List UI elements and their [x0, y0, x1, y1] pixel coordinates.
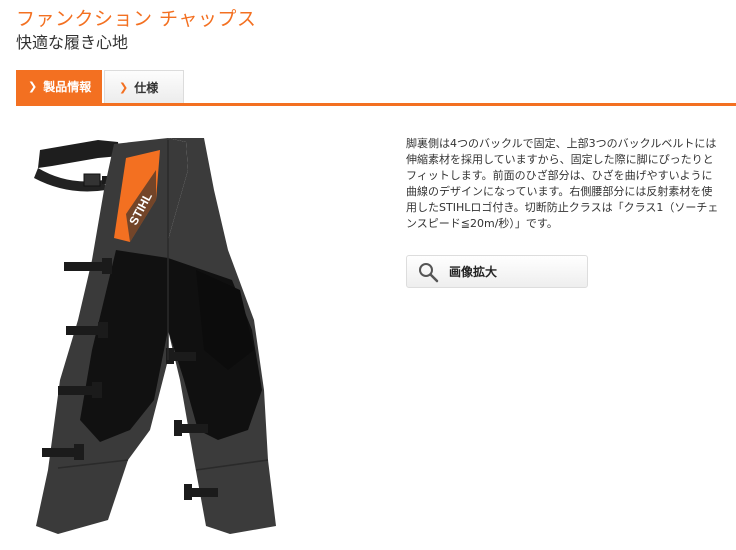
zoom-button-label: 画像拡大 — [449, 265, 498, 279]
tab-specifications[interactable]: ❯ 仕様 — [104, 70, 184, 103]
tab-label: 製品情報 — [43, 80, 92, 94]
tab-bar: ❯ 製品情報 ❯ 仕様 — [16, 70, 736, 106]
chevron-right-icon: ❯ — [28, 80, 38, 93]
product-image: STIHL — [34, 138, 276, 534]
product-description: 脚裏側は4つのバックルで固定、上部3つのバックルベルトには伸縮素材を採用していま… — [406, 136, 722, 232]
description-text: 脚裏側は4つのバックルで固定、上部3つのバックルベルトには伸縮素材を採用していま… — [406, 137, 719, 230]
belt-buckle — [83, 173, 101, 187]
tab-label: 仕様 — [134, 80, 159, 95]
waist-belt — [38, 140, 120, 168]
zoom-image-button[interactable]: 画像拡大 — [406, 255, 588, 288]
magnifier-icon — [419, 262, 439, 282]
chevron-right-icon: ❯ — [119, 80, 129, 94]
tab-product-info[interactable]: ❯ 製品情報 — [16, 70, 102, 103]
page-subtitle: 快適な履き心地 — [16, 33, 129, 52]
page-title: ファンクション チャップス — [16, 8, 257, 30]
